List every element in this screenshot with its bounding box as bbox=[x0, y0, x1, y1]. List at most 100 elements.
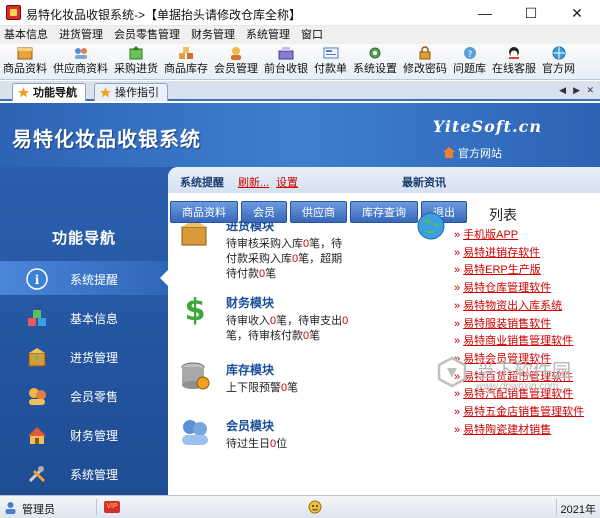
sidebar-item-member-retail[interactable]: 会员零售 bbox=[0, 378, 168, 412]
official-site-link[interactable]: 官方网站 bbox=[443, 145, 502, 161]
purchase-icon bbox=[129, 46, 143, 60]
info-icon: i bbox=[26, 268, 48, 290]
watermark-url: www.downxia.com bbox=[476, 381, 559, 392]
news-link[interactable]: 易特陶瓷建材销售 bbox=[454, 422, 584, 440]
quick-inventory-query-button[interactable]: 库存查询 bbox=[350, 201, 418, 223]
finance-icon bbox=[28, 427, 46, 444]
toolbar-cashier-button[interactable]: 前台收银 bbox=[261, 44, 311, 77]
tab-bar: 功能导航 操作指引 ◀ ▶ ✕ bbox=[0, 81, 600, 101]
sidebar-item-purchase[interactable]: 进货管理 bbox=[0, 339, 168, 373]
supplier-icon bbox=[74, 48, 87, 59]
status-separator bbox=[96, 499, 97, 515]
quick-member-button[interactable]: 会员 bbox=[241, 201, 287, 223]
payment-icon bbox=[323, 47, 338, 59]
module-title: 库存模块 bbox=[226, 363, 275, 377]
banner-brand: YiteSoft.cn bbox=[432, 117, 542, 136]
watermark-text: 当下软件园 bbox=[476, 361, 572, 382]
toolbar-faq-button[interactable]: ? 问题库 bbox=[450, 44, 489, 77]
purchase-module: 进货模块 待审核采购入库0笔，待付款采购入库0笔，超期待付款0笔 bbox=[181, 217, 350, 282]
status-year: 2021年 bbox=[560, 504, 596, 516]
news-link[interactable]: 易特物资出入库系统 bbox=[454, 298, 584, 316]
menu-window[interactable]: 窗口 bbox=[297, 26, 330, 44]
tab-scroll-right-icon[interactable]: ▶ bbox=[573, 85, 580, 96]
tools-icon bbox=[28, 466, 46, 483]
settings-link[interactable]: 设置 bbox=[276, 174, 298, 190]
menu-member-retail[interactable]: 会员零售管理 bbox=[110, 26, 187, 44]
menu-basic-info[interactable]: 基本信息 bbox=[0, 26, 55, 44]
close-button[interactable]: ✕ bbox=[554, 0, 600, 26]
finance-module: $ 财务模块 待审收入0笔，待审支出0笔，待审核付款0笔 bbox=[185, 293, 350, 344]
latest-news-label: 最新资讯 bbox=[402, 177, 446, 189]
toolbar-supplier-button[interactable]: 供应商资料 bbox=[50, 44, 111, 77]
finance-module-icon: $ bbox=[185, 293, 206, 326]
menu-finance[interactable]: 财务管理 bbox=[187, 26, 242, 44]
tab-operation-guide[interactable]: 操作指引 bbox=[94, 83, 168, 101]
content-panel: 系统提醒 刷新... 设置 最新资讯 进货模块 待审核采购入库0笔，待付款采购入… bbox=[168, 167, 600, 495]
sidebar-item-basic-info[interactable]: 基本信息 bbox=[0, 300, 168, 334]
news-link[interactable]: 易特进销存软件 bbox=[454, 245, 584, 263]
panel-header: 系统提醒 刷新... 设置 最新资讯 bbox=[168, 167, 600, 193]
member-icon bbox=[231, 47, 241, 60]
banner-title: 易特化妆品收银系统 bbox=[12, 129, 201, 151]
system-reminder-label: 系统提醒 bbox=[180, 177, 224, 189]
quick-supplier-button[interactable]: 供应商 bbox=[290, 201, 347, 223]
menu-purchase[interactable]: 进货管理 bbox=[55, 26, 110, 44]
home-icon bbox=[443, 147, 455, 158]
news-link[interactable]: 易特五金店销售管理软件 bbox=[454, 404, 584, 422]
toolbar-payment-button[interactable]: 付款单 bbox=[311, 44, 350, 77]
toolbar-purchase-button[interactable]: 采购进货 bbox=[111, 44, 161, 77]
sidebar-item-system[interactable]: 系统管理 bbox=[0, 456, 168, 490]
package-icon bbox=[28, 348, 46, 367]
news-link[interactable]: 易特商业销售管理软件 bbox=[454, 333, 584, 351]
news-link[interactable]: 易特ERP生产版 bbox=[454, 262, 584, 280]
module-description: 上下限预警0笔 bbox=[226, 382, 299, 394]
vip-badge[interactable]: VIP bbox=[104, 501, 120, 513]
module-title: 会员模块 bbox=[226, 419, 275, 433]
news-link[interactable]: 易特服装销售软件 bbox=[454, 316, 584, 334]
maximize-button[interactable]: ☐ bbox=[508, 0, 554, 26]
minimize-button[interactable]: — bbox=[462, 0, 508, 26]
inventory-icon bbox=[179, 47, 193, 59]
menu-bar: 基本信息 进货管理 会员零售管理 财务管理 系统管理 窗口 bbox=[0, 26, 600, 44]
main-area: 易特化妆品收银系统 YiteSoft.cn 官方网站 功能导航 i 系统提醒 基… bbox=[0, 103, 600, 495]
support-icon bbox=[509, 47, 519, 59]
cashier-icon bbox=[278, 47, 294, 60]
app-logo-icon bbox=[6, 5, 21, 20]
toolbar-product-button[interactable]: 商品资料 bbox=[0, 44, 50, 77]
star-icon bbox=[100, 87, 111, 98]
svg-text:?: ? bbox=[467, 50, 472, 60]
watermark-logo-icon bbox=[437, 356, 467, 388]
toolbar-settings-button[interactable]: 系统设置 bbox=[350, 44, 400, 77]
sidebar-item-finance[interactable]: 财务管理 bbox=[0, 417, 168, 451]
svg-text:i: i bbox=[35, 273, 40, 287]
member-module: 会员模块 待过生日0位 bbox=[182, 417, 350, 452]
status-separator bbox=[556, 499, 557, 515]
news-link[interactable]: 手机版APP bbox=[454, 227, 584, 245]
tab-function-nav[interactable]: 功能导航 bbox=[12, 83, 86, 101]
toolbar-member-button[interactable]: 会员管理 bbox=[211, 44, 261, 77]
settings-icon bbox=[369, 47, 381, 59]
toolbar-password-button[interactable]: 修改密码 bbox=[400, 44, 450, 77]
toolbar-inventory-button[interactable]: 商品库存 bbox=[161, 44, 211, 77]
sidebar-item-system-reminder[interactable]: i 系统提醒 bbox=[0, 261, 168, 295]
user-icon bbox=[5, 502, 16, 514]
smiley-icon bbox=[308, 500, 322, 514]
refresh-link[interactable]: 刷新... bbox=[238, 174, 269, 190]
sidebar: 功能导航 i 系统提醒 基本信息 进货管理 会员零售 财务管理 系统管理 bbox=[0, 167, 168, 495]
module-description: 待过生日0位 bbox=[226, 438, 288, 450]
tab-close-icon[interactable]: ✕ bbox=[586, 85, 594, 96]
sidebar-heading: 功能导航 bbox=[51, 230, 116, 247]
globe-icon bbox=[417, 212, 445, 240]
toolbar-website-button[interactable]: 官方网 bbox=[539, 44, 578, 77]
inventory-module: 库存模块 上下限预警0笔 bbox=[181, 361, 350, 396]
tab-scroll-left-icon[interactable]: ◀ bbox=[559, 85, 566, 96]
quick-product-button[interactable]: 商品资料 bbox=[170, 201, 238, 223]
members-icon bbox=[29, 388, 46, 405]
star-icon bbox=[18, 87, 29, 98]
inventory-module-icon bbox=[181, 362, 210, 390]
faq-icon: ? bbox=[463, 47, 476, 60]
menu-system[interactable]: 系统管理 bbox=[242, 26, 297, 44]
news-link[interactable]: 易特仓库管理软件 bbox=[454, 280, 584, 298]
banner: 易特化妆品收银系统 YiteSoft.cn 官方网站 bbox=[0, 103, 600, 167]
toolbar-support-button[interactable]: 在线客服 bbox=[489, 44, 539, 77]
